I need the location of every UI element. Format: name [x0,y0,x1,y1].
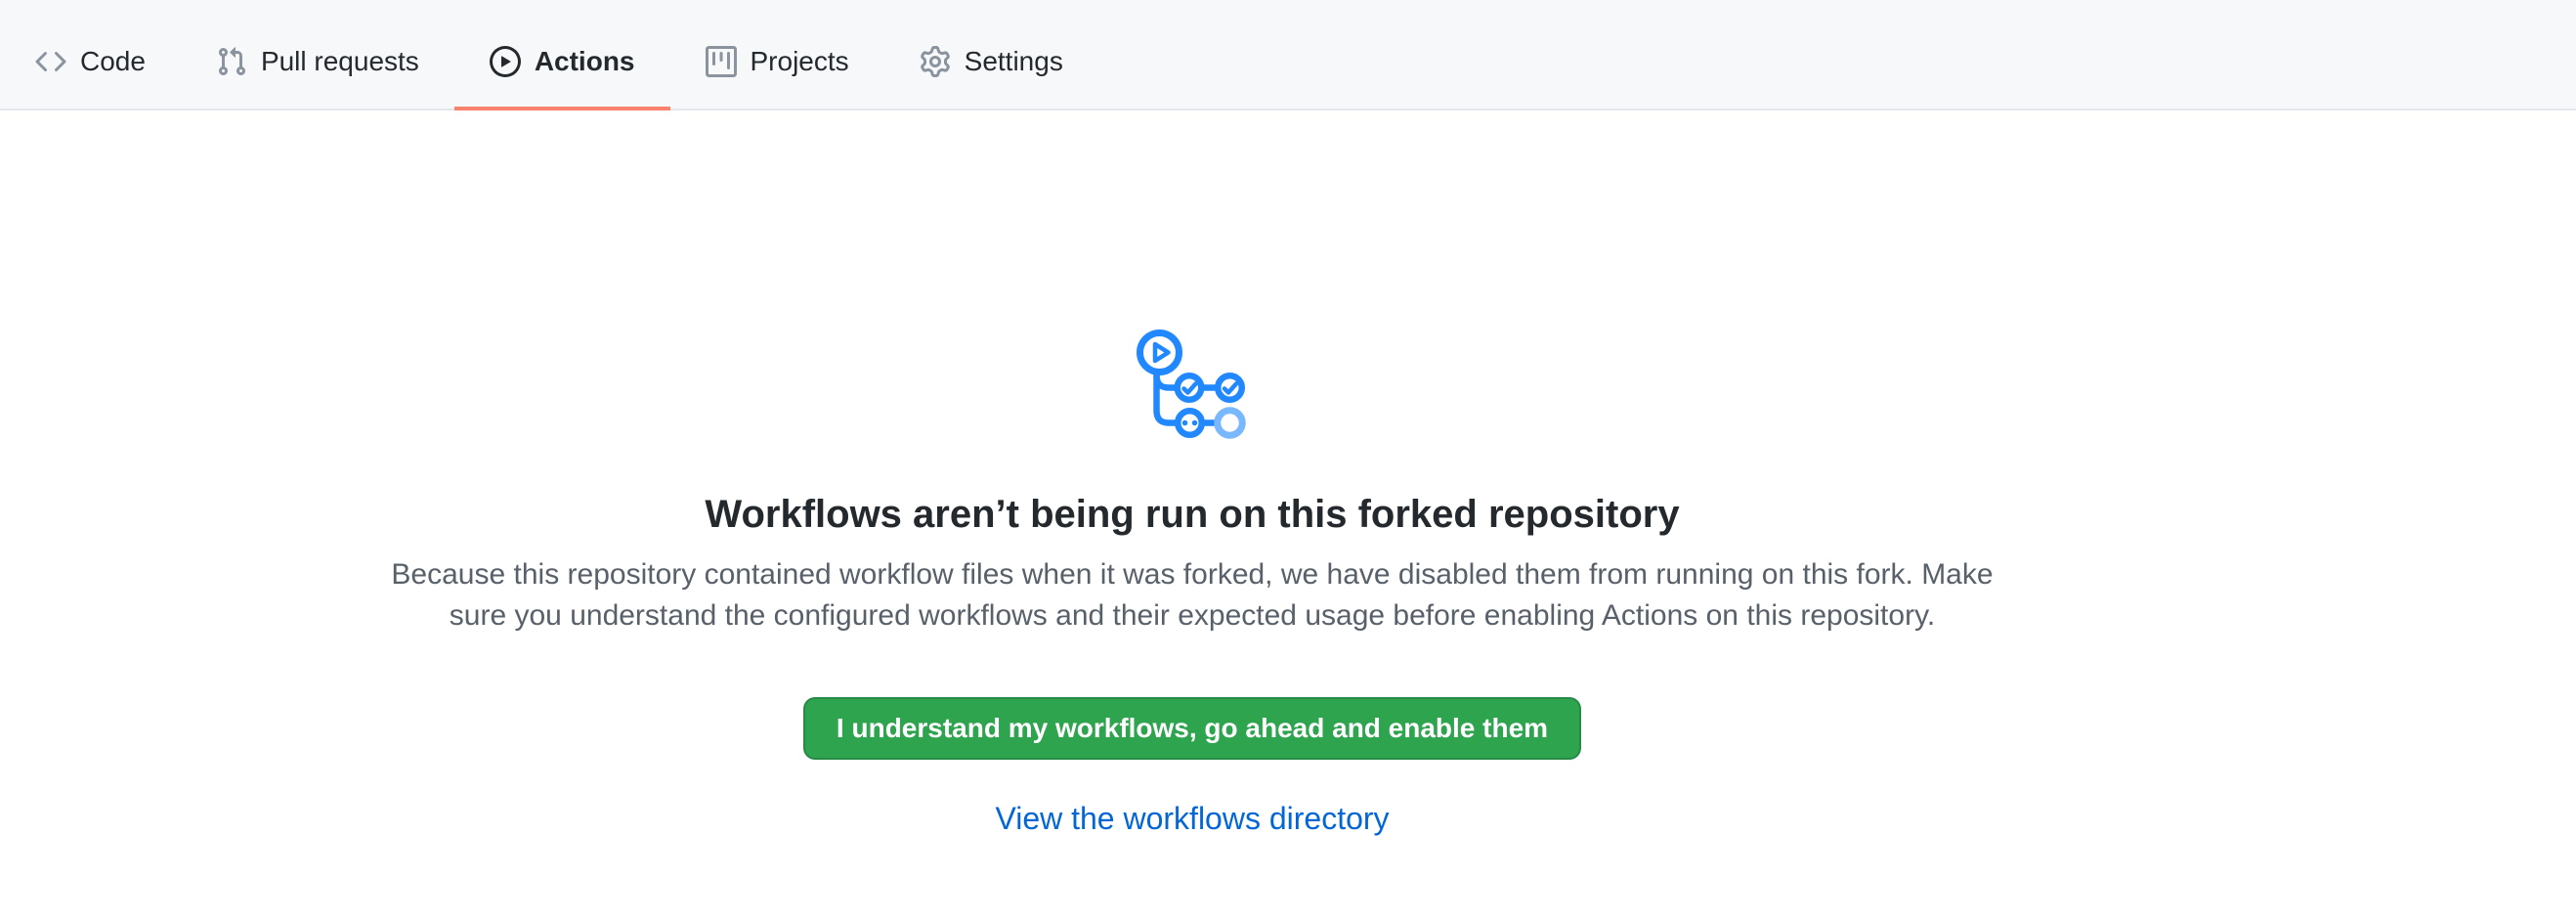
gear-icon [920,46,951,77]
tab-projects[interactable]: Projects [670,0,884,110]
git-pull-request-icon [216,46,247,77]
workflow-graph-icon [1137,330,1248,439]
description-line-1: Because this repository contained workfl… [313,554,2072,595]
description-line-2: sure you understand the configured workf… [313,595,2072,637]
actions-disabled-blankslate: Workflows aren’t being run on this forke… [391,330,1994,837]
tab-settings[interactable]: Settings [884,0,1098,110]
blankslate-description: Because this repository contained workfl… [313,554,2072,637]
blankslate-heading: Workflows aren’t being run on this forke… [391,490,1994,539]
tab-code-label: Code [80,46,146,77]
code-icon [35,46,66,77]
project-icon [706,46,737,77]
tab-actions[interactable]: Actions [454,0,670,110]
repo-tab-bar: Code Pull requests Actions Projects Sett… [0,0,2576,110]
tab-code[interactable]: Code [0,0,181,110]
tab-settings-label: Settings [965,46,1063,77]
tab-pull-requests[interactable]: Pull requests [181,0,454,110]
actions-page: Workflows aren’t being run on this forke… [0,330,2576,837]
tab-projects-label: Projects [751,46,849,77]
view-workflows-directory-link[interactable]: View the workflows directory [995,801,1389,837]
play-icon [490,46,521,77]
tab-actions-label: Actions [535,46,635,77]
enable-workflows-button[interactable]: I understand my workflows, go ahead and … [803,697,1581,760]
tab-pull-requests-label: Pull requests [261,46,419,77]
